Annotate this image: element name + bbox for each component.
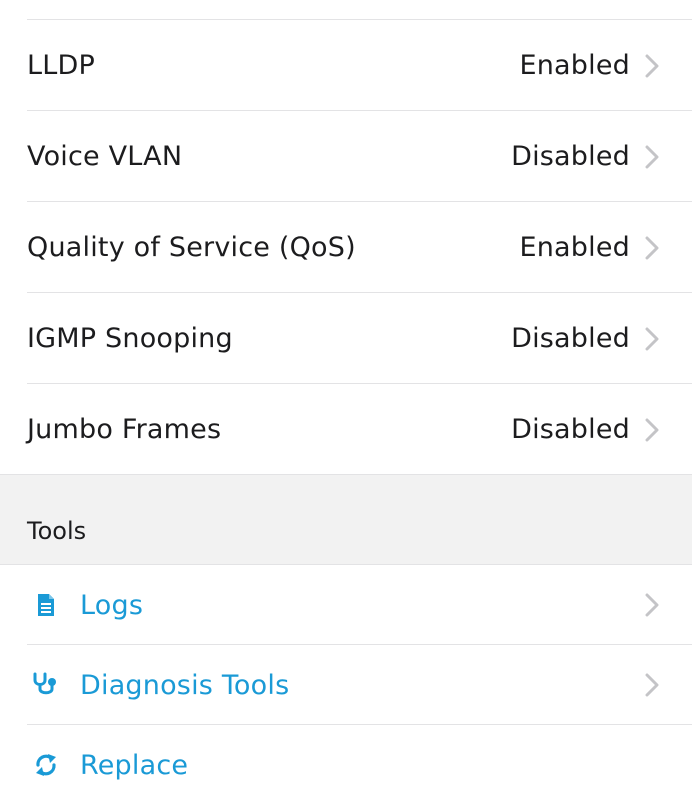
settings-row-value: Enabled xyxy=(519,50,630,81)
settings-row-igmp-snooping[interactable]: IGMP Snooping Disabled xyxy=(0,293,692,384)
settings-row-lldp[interactable]: LLDP Enabled xyxy=(0,19,692,111)
section-title: Tools xyxy=(27,517,87,545)
settings-row-label: LLDP xyxy=(27,50,95,81)
chevron-right-icon xyxy=(642,670,662,700)
settings-row-qos[interactable]: Quality of Service (QoS) Enabled xyxy=(0,202,692,293)
top-strip xyxy=(0,0,692,20)
tools-row-diagnosis-tools[interactable]: Diagnosis Tools xyxy=(0,645,692,725)
tools-row-replace[interactable]: Replace xyxy=(0,725,692,800)
settings-row-voice-vlan[interactable]: Voice VLAN Disabled xyxy=(0,111,692,202)
tools-row-logs[interactable]: Logs xyxy=(0,565,692,645)
switch-settings-screen: LLDP Enabled Voice VLAN Disabled Quality… xyxy=(0,0,692,800)
settings-row-value: Disabled xyxy=(511,141,630,172)
chevron-right-icon xyxy=(642,142,662,172)
tools-section-header: Tools xyxy=(0,475,692,565)
settings-list: LLDP Enabled Voice VLAN Disabled Quality… xyxy=(0,19,692,475)
settings-row-label: Quality of Service (QoS) xyxy=(27,232,356,263)
settings-row-label: Voice VLAN xyxy=(27,141,183,172)
tools-row-label: Logs xyxy=(80,589,144,621)
stethoscope-icon xyxy=(32,671,60,699)
tools-row-label: Replace xyxy=(80,749,189,781)
chevron-right-icon xyxy=(642,233,662,263)
settings-row-jumbo-frames[interactable]: Jumbo Frames Disabled xyxy=(0,384,692,475)
tools-list: Logs Diagnosis Tools Replace xyxy=(0,565,692,800)
chevron-right-icon xyxy=(642,590,662,620)
document-icon xyxy=(32,591,60,619)
replace-icon xyxy=(32,751,60,779)
settings-row-value: Disabled xyxy=(511,414,630,445)
chevron-right-icon xyxy=(642,51,662,81)
chevron-right-icon xyxy=(642,415,662,445)
settings-row-value: Enabled xyxy=(519,232,630,263)
tools-row-label: Diagnosis Tools xyxy=(80,669,290,701)
settings-row-value: Disabled xyxy=(511,323,630,354)
settings-row-label: Jumbo Frames xyxy=(27,414,222,445)
chevron-right-icon xyxy=(642,324,662,354)
settings-row-label: IGMP Snooping xyxy=(27,323,233,354)
